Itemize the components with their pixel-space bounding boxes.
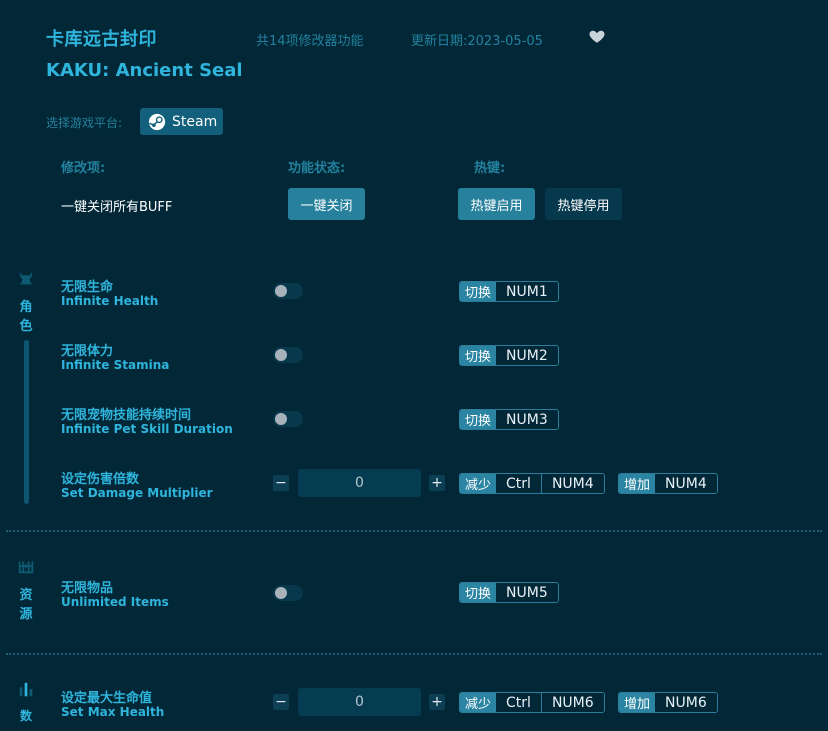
item-name-cn: 无限宠物技能持续时间 bbox=[61, 408, 192, 423]
infinite-stamina-toggle[interactable] bbox=[273, 347, 303, 363]
item-name-cn: 设定伤害倍数 bbox=[61, 472, 140, 487]
damage-multiplier-input[interactable]: 0 bbox=[298, 469, 421, 497]
item-name-en: Set Damage Multiplier bbox=[61, 486, 213, 500]
item-name-en: Infinite Health bbox=[61, 294, 159, 308]
decrement-button[interactable]: − bbox=[273, 694, 289, 710]
hotkey-key: NUM5 bbox=[496, 583, 558, 602]
category-label-char: 数 bbox=[19, 709, 32, 723]
treasure-chest-icon bbox=[17, 558, 35, 580]
item-name-cn: 无限生命 bbox=[61, 280, 114, 295]
item-name-cn: 无限体力 bbox=[61, 344, 114, 359]
hotkey-key: NUM1 bbox=[496, 282, 558, 301]
hotkey-key: NUM3 bbox=[496, 410, 558, 429]
hotkey-key: NUM6 bbox=[540, 693, 604, 712]
hotkey-tag: 切换 bbox=[460, 346, 497, 365]
infinite-health-toggle[interactable] bbox=[273, 283, 303, 299]
category-label-char: 色 bbox=[19, 319, 33, 334]
category-character[interactable]: 角 色 bbox=[14, 270, 38, 504]
character-icon bbox=[17, 270, 35, 292]
steam-platform-button[interactable]: Steam bbox=[140, 108, 223, 135]
hotkey-tag: 切换 bbox=[460, 282, 497, 301]
update-date: 更新日期:2023-05-05 bbox=[411, 34, 543, 49]
item-name-cn: 无限物品 bbox=[61, 581, 114, 596]
max-health-input[interactable]: 0 bbox=[298, 688, 421, 716]
hotkey-disable-button[interactable]: 热键停用 bbox=[545, 188, 622, 220]
hotkey-increase-max-health[interactable]: 增加 NUM6 bbox=[618, 692, 718, 713]
heart-icon[interactable] bbox=[588, 27, 606, 45]
column-header-status: 功能状态: bbox=[288, 161, 346, 176]
hotkey-tag: 减少 bbox=[460, 693, 497, 712]
close-all-button[interactable]: 一键关闭 bbox=[288, 188, 365, 220]
decrement-button[interactable]: − bbox=[273, 475, 289, 491]
hotkey-decrease-damage[interactable]: 减少 Ctrl NUM4 bbox=[459, 473, 605, 494]
unlimited-items-toggle[interactable] bbox=[273, 585, 303, 601]
hotkey-key: NUM6 bbox=[655, 693, 717, 712]
hotkey-toggle-num5[interactable]: 切换 NUM5 bbox=[459, 582, 559, 603]
hotkey-key: NUM4 bbox=[540, 474, 604, 493]
infinite-pet-skill-toggle[interactable] bbox=[273, 411, 303, 427]
toggle-knob bbox=[275, 285, 287, 297]
category-resources[interactable]: 资 源 bbox=[14, 558, 38, 624]
hotkey-toggle-num2[interactable]: 切换 NUM2 bbox=[459, 345, 559, 366]
toggle-knob bbox=[275, 413, 287, 425]
item-name-en: Infinite Pet Skill Duration bbox=[61, 422, 233, 436]
hotkey-key: Ctrl bbox=[496, 693, 541, 712]
column-header-item: 修改项: bbox=[61, 161, 106, 176]
toggle-knob bbox=[275, 587, 287, 599]
game-title-cn: 卡库远古封印 bbox=[46, 29, 157, 50]
hotkey-enable-button[interactable]: 热键启用 bbox=[458, 188, 535, 220]
column-header-hotkey: 热键: bbox=[474, 161, 506, 176]
hotkey-increase-damage[interactable]: 增加 NUM4 bbox=[618, 473, 718, 494]
steam-icon bbox=[148, 113, 166, 131]
category-label-char: 资 bbox=[19, 588, 33, 603]
hotkey-decrease-max-health[interactable]: 减少 Ctrl NUM6 bbox=[459, 692, 605, 713]
steam-label: Steam bbox=[172, 113, 218, 130]
item-name-cn: 设定最大生命值 bbox=[61, 691, 153, 706]
close-all-buff-label: 一键关闭所有BUFF bbox=[61, 200, 173, 215]
section-divider bbox=[6, 653, 822, 655]
hotkey-key: NUM2 bbox=[496, 346, 558, 365]
increment-button[interactable]: + bbox=[429, 694, 445, 710]
hotkey-toggle-num1[interactable]: 切换 NUM1 bbox=[459, 281, 559, 302]
hotkey-tag: 增加 bbox=[619, 693, 656, 712]
item-name-en: Infinite Stamina bbox=[61, 358, 170, 372]
item-name-en: Set Max Health bbox=[61, 705, 165, 719]
section-divider bbox=[6, 530, 822, 532]
hotkey-key: NUM4 bbox=[655, 474, 717, 493]
hotkey-tag: 增加 bbox=[619, 474, 656, 493]
category-stats[interactable]: 数 bbox=[14, 681, 38, 726]
hotkey-toggle-num3[interactable]: 切换 NUM3 bbox=[459, 409, 559, 430]
game-title-en: KAKU: Ancient Seal bbox=[46, 60, 243, 81]
hotkey-tag: 切换 bbox=[460, 410, 497, 429]
hotkey-tag: 切换 bbox=[460, 583, 497, 602]
hotkey-tag: 减少 bbox=[460, 474, 497, 493]
platform-label: 选择游戏平台: bbox=[46, 116, 123, 130]
category-scroll-bar bbox=[23, 340, 29, 504]
item-name-en: Unlimited Items bbox=[61, 595, 169, 609]
category-label-char: 源 bbox=[19, 607, 33, 622]
category-label-char: 角 bbox=[19, 300, 33, 315]
hotkey-key: Ctrl bbox=[496, 474, 541, 493]
stats-bars-icon bbox=[17, 681, 35, 703]
feature-count: 共14项修改器功能 bbox=[256, 34, 364, 49]
toggle-knob bbox=[275, 349, 287, 361]
increment-button[interactable]: + bbox=[429, 475, 445, 491]
